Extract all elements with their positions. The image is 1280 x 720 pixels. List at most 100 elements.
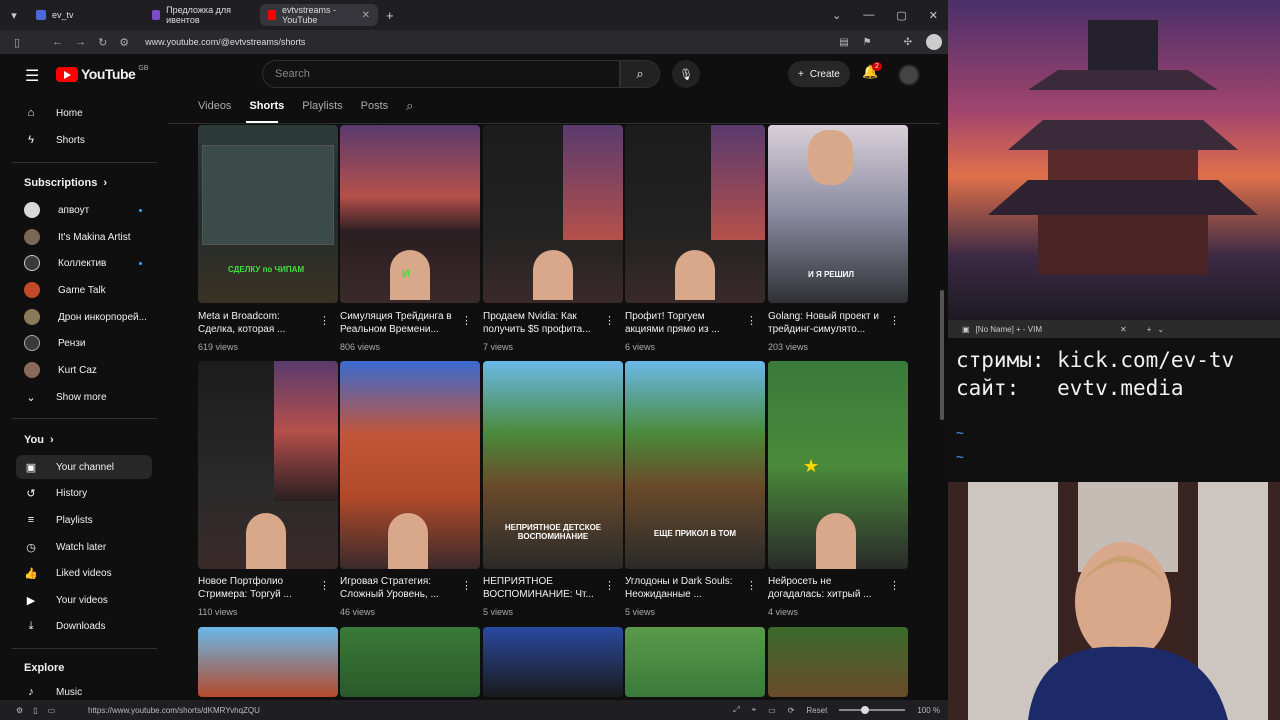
close-window-icon[interactable]: ✕ <box>929 9 938 22</box>
profile-avatar[interactable] <box>926 34 942 50</box>
forward-icon[interactable]: → <box>75 36 86 48</box>
more-options-icon[interactable]: ⋮ <box>889 314 900 327</box>
mic-icon: 🎙 <box>679 68 693 81</box>
short-thumbnail[interactable] <box>340 361 480 569</box>
short-thumbnail[interactable] <box>625 125 765 303</box>
browser-tab-ev-tv[interactable]: ev_tv <box>28 4 140 26</box>
short-thumbnail[interactable] <box>340 627 480 697</box>
short-thumbnail[interactable] <box>198 361 338 569</box>
short-title[interactable]: Углодоны и Dark Souls: Неожиданные ... <box>625 575 745 601</box>
short-thumbnail[interactable] <box>483 627 623 697</box>
browser-tab-youtube[interactable]: evtvstreams - YouTube ✕ <box>260 4 378 26</box>
short-title[interactable]: НЕПРИЯТНОЕ ВОСПОМИНАНИЕ: Чт... <box>483 575 603 601</box>
status-tool-icon[interactable]: ⟳ <box>788 706 795 715</box>
reader-icon[interactable]: ▤ <box>839 37 848 48</box>
browser-logo-icon[interactable]: ▾ <box>0 0 28 30</box>
sidebar-item-history[interactable]: ↺ History <box>16 481 152 505</box>
more-options-icon[interactable]: ⋮ <box>746 314 757 327</box>
site-info-icon[interactable]: ⚙ <box>119 36 129 49</box>
subscription-item[interactable]: Рензи <box>16 331 152 355</box>
zoom-slider-knob[interactable] <box>861 706 870 714</box>
zoom-reset-button[interactable]: Reset <box>806 706 827 715</box>
more-options-icon[interactable]: ⋮ <box>461 579 472 592</box>
sidebar-item-home[interactable]: ⌂ Home <box>16 101 152 125</box>
subscription-item[interactable]: Коллектив <box>16 251 152 275</box>
short-title[interactable]: Продаем Nvidia: Как получить $5 профита.… <box>483 310 603 336</box>
short-title[interactable]: Golang: Новый проект и трейдинг-симулято… <box>768 310 888 336</box>
short-thumbnail[interactable]: И <box>340 125 480 303</box>
subscription-item[interactable]: апвоут <box>16 198 152 222</box>
sidebar-item-playlists[interactable]: ≡ Playlists <box>16 508 152 532</box>
subscription-item[interactable]: Game Talk <box>16 278 152 302</box>
new-tab-icon[interactable]: + <box>386 8 394 23</box>
create-button[interactable]: + Create <box>788 61 850 87</box>
browser-tab-predlozhka[interactable]: Предложка для ивентов <box>144 4 256 26</box>
more-options-icon[interactable]: ⋮ <box>461 314 472 327</box>
short-title[interactable]: Meta и Broadcom: Сделка, которая ... <box>198 310 318 336</box>
channel-avatar <box>24 309 40 325</box>
account-avatar[interactable] <box>898 64 920 86</box>
short-thumbnail[interactable] <box>768 627 908 697</box>
status-tool-icon[interactable]: ⤢ <box>733 705 739 715</box>
sidebar-item-your-channel[interactable]: ▣ Your channel <box>16 455 152 479</box>
subscription-item[interactable]: Дрон инкорпорей... <box>16 305 152 329</box>
menu-icon[interactable]: ☰ <box>25 66 39 86</box>
more-options-icon[interactable]: ⋮ <box>746 579 757 592</box>
reload-icon[interactable]: ↻ <box>98 36 107 49</box>
status-tool-icon[interactable]: ⌖ <box>752 705 757 715</box>
search-button[interactable]: ⌕ <box>620 60 660 88</box>
sidebar-item-shorts[interactable]: ϟ Shorts <box>16 128 152 152</box>
tab-playlists[interactable]: Playlists <box>302 100 342 112</box>
short-title[interactable]: Нейросеть не догадалась: хитрый ... <box>768 575 888 601</box>
more-options-icon[interactable]: ⋮ <box>889 579 900 592</box>
more-options-icon[interactable]: ⋮ <box>604 314 615 327</box>
search-input[interactable]: Search <box>262 60 620 88</box>
more-options-icon[interactable]: ⋮ <box>319 579 330 592</box>
extensions-icon[interactable]: ✣ <box>904 37 912 48</box>
maximize-icon[interactable]: ▢ <box>896 9 906 22</box>
tab-posts[interactable]: Posts <box>361 100 389 112</box>
subscription-item[interactable]: Kurt Caz <box>16 358 152 382</box>
page-scrollbar[interactable] <box>940 290 944 420</box>
sidebar-item-your-videos[interactable]: ▶ Your videos <box>16 588 152 612</box>
add-tab-icon[interactable]: + <box>1147 325 1152 334</box>
status-tool-icon[interactable]: ▭ <box>768 706 776 715</box>
sidebar-item-downloads[interactable]: ⤓ Downloads <box>16 614 152 638</box>
sidebar-item-liked-videos[interactable]: 👍 Liked videos <box>16 561 152 585</box>
short-thumbnail[interactable]: И Я РЕШИЛ <box>768 125 908 303</box>
short-title[interactable]: Игровая Стратегия: Сложный Уровень, ... <box>340 575 460 601</box>
sidebar-item-watch-later[interactable]: ◷ Watch later <box>16 535 152 559</box>
short-thumbnail[interactable]: ЕЩЕ ПРИКОЛ В ТОМ <box>625 361 765 569</box>
short-thumbnail[interactable]: НЕПРИЯТНОЕ ДЕТСКОЕ ВОСПОМИНАНИЕ <box>483 361 623 569</box>
tab-videos[interactable]: Videos <box>198 100 231 112</box>
short-thumbnail[interactable] <box>483 125 623 303</box>
explore-label: Explore <box>24 662 65 674</box>
more-options-icon[interactable]: ⋮ <box>604 579 615 592</box>
short-thumbnail[interactable] <box>198 627 338 697</box>
close-icon[interactable]: ✕ <box>1120 325 1127 334</box>
youtube-logo[interactable]: YouTube GB <box>56 65 148 82</box>
more-options-icon[interactable]: ⋮ <box>319 314 330 327</box>
short-thumbnail[interactable]: ★ <box>768 361 908 569</box>
voice-search-button[interactable]: 🎙 <box>672 60 700 88</box>
you-heading[interactable]: You › <box>24 434 54 446</box>
short-thumbnail[interactable] <box>625 627 765 697</box>
chevron-down-icon[interactable]: ⌄ <box>1157 325 1164 334</box>
tab-shorts[interactable]: Shorts <box>249 100 284 112</box>
minimize-icon[interactable]: — <box>863 9 874 22</box>
short-title[interactable]: Новое Портфолио Стримера: Торгуй ... <box>198 575 318 601</box>
short-title[interactable]: Профит! Торгуем акциями прямо из ... <box>625 310 745 336</box>
sidebar-toggle-icon[interactable]: ▯ <box>14 36 20 49</box>
show-more-button[interactable]: ⌄ Show more <box>16 385 152 409</box>
subscription-item[interactable]: It's Makina Artist <box>16 225 152 249</box>
short-thumbnail[interactable]: СДЕЛКУ по ЧИПАМ <box>198 125 338 303</box>
back-icon[interactable]: ← <box>52 36 63 48</box>
bookmark-icon[interactable]: ⚑ <box>863 37 872 48</box>
close-tab-icon[interactable]: ✕ <box>362 10 370 21</box>
short-title[interactable]: Симуляция Трейдинга в Реальном Времени..… <box>340 310 460 336</box>
channel-search-icon[interactable]: ⌕ <box>406 98 413 114</box>
zoom-slider[interactable] <box>839 706 906 714</box>
url-field[interactable]: www.youtube.com/@evtvstreams/shorts <box>145 37 305 47</box>
subscriptions-heading[interactable]: Subscriptions › <box>24 177 107 189</box>
tab-list-icon[interactable]: ⌄ <box>832 9 841 22</box>
